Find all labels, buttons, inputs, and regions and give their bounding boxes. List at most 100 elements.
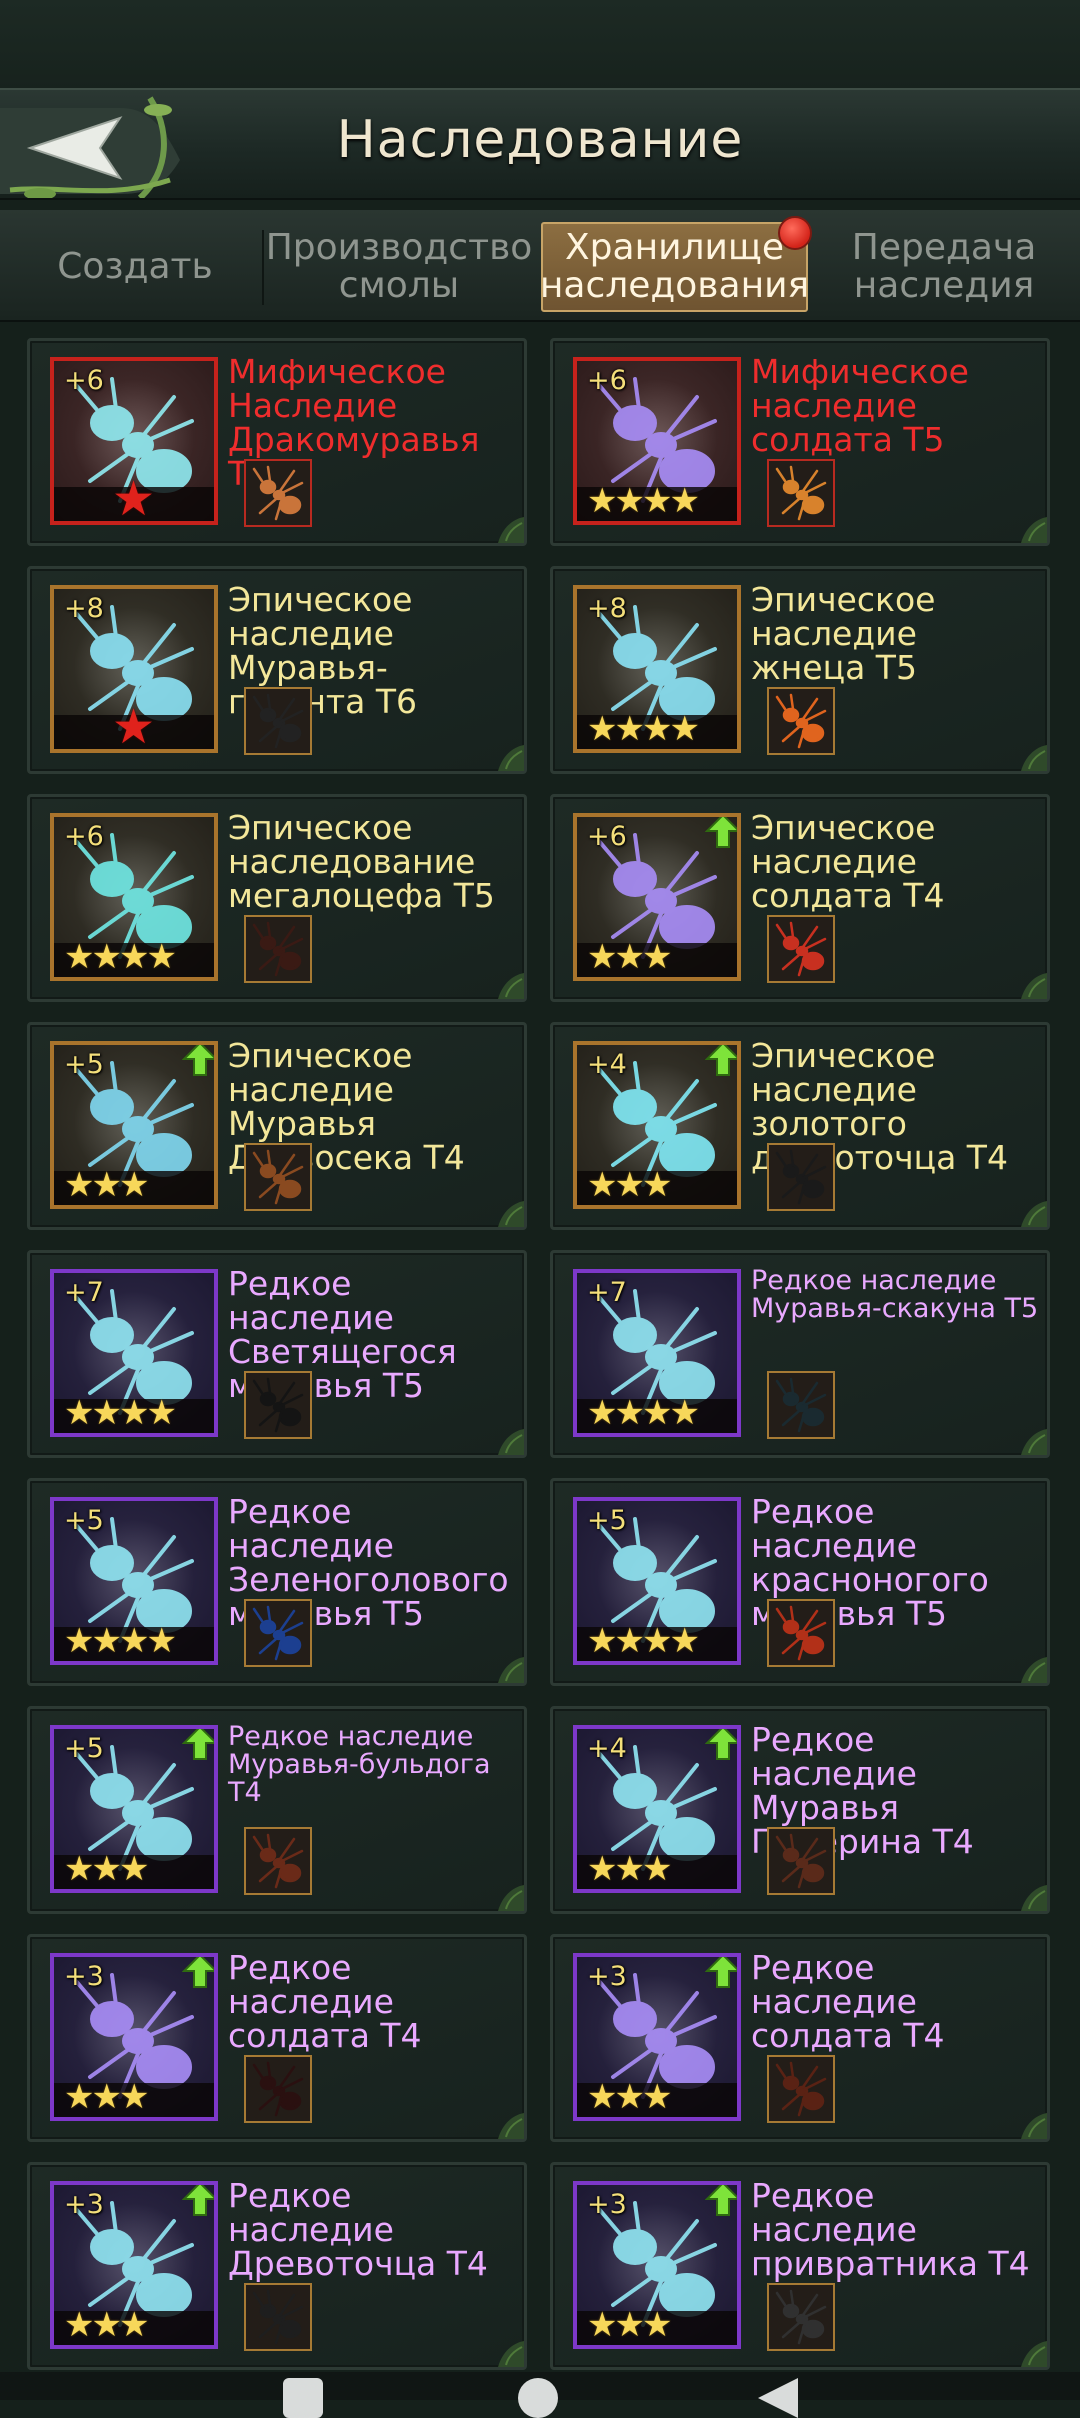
ant-thumbnail-icon: [252, 1605, 304, 1661]
inheritance-title: Эпическое наследие солдата Т4: [751, 808, 945, 915]
inheritance-portrait: +4 ★★★: [573, 1725, 741, 1893]
ant-thumbnail-icon: [252, 693, 304, 749]
notification-badge: [778, 216, 812, 250]
star-rating-icon: ★★★: [587, 1165, 672, 1205]
ant-thumbnail: [244, 2283, 312, 2351]
inheritance-card[interactable]: +6★Мифическое Наследие Дракомуравья Т6: [27, 338, 527, 546]
leaf-ornament-icon: [498, 1885, 524, 1911]
level-label: +6: [587, 365, 627, 396]
inheritance-card[interactable]: +8 ★★★★ Эпическое наследие жнеца Т5: [550, 566, 1050, 774]
star-rating-bar: ★★★: [54, 2077, 214, 2117]
upgrade-arrow-icon: [182, 1729, 214, 1760]
ant-thumbnail: [767, 915, 835, 983]
system-nav-bar: [0, 2372, 1080, 2418]
ant-thumbnail-icon: [252, 921, 304, 977]
inheritance-portrait: +7 ★★★★: [50, 1269, 218, 1437]
inheritance-card[interactable]: +6 ★★★★ Мифическое наследие солдата Т5: [550, 338, 1050, 546]
leaf-ornament-icon: [498, 1657, 524, 1683]
ant-thumbnail: [767, 459, 835, 527]
star-rating-bar: ★★★★: [577, 1621, 737, 1661]
level-label: +5: [587, 1505, 627, 1536]
top-background: [0, 0, 1080, 90]
inheritance-card[interactable]: +3 ★★★ Редкое наследие Древоточца Т4: [27, 2162, 527, 2370]
inheritance-title: Эпическое наследие жнеца Т5: [751, 580, 936, 687]
ant-thumbnail: [244, 459, 312, 527]
tab-inheritance-storage[interactable]: Хранилище наследования: [539, 216, 812, 312]
inheritance-card[interactable]: +5 ★★★★ Редкое наследие Зеленоголового мур…: [27, 1478, 527, 1686]
inheritance-card[interactable]: +6 ★★★★ Эпическое наследование мегалоцефа …: [27, 794, 527, 1002]
upgrade-arrow-icon: [705, 817, 737, 848]
tab-inheritance-storage-label: Хранилище наследования: [539, 227, 810, 306]
inheritance-portrait: +5 ★★★★: [573, 1497, 741, 1665]
ant-thumbnail: [767, 2055, 835, 2123]
star-rating-icon: ★★★★: [587, 709, 700, 749]
recent-apps-icon[interactable]: [283, 2378, 323, 2418]
star-rating-icon: ★★★★: [587, 1621, 700, 1661]
ant-thumbnail-icon: [775, 921, 827, 977]
star-rating-bar: ★★★★: [577, 709, 737, 749]
leaf-ornament-icon: [1021, 2341, 1047, 2367]
inheritance-card[interactable]: +7 ★★★★ Редкое наследие Светящегося муравь…: [27, 1250, 527, 1458]
ant-thumbnail: [767, 1599, 835, 1667]
inheritance-portrait: +5 ★★★: [50, 1041, 218, 1209]
inheritance-card[interactable]: +3 ★★★ Редкое наследие солдата Т4: [27, 1934, 527, 2142]
level-label: +4: [587, 1733, 627, 1764]
ant-thumbnail-icon: [252, 1377, 304, 1433]
ant-thumbnail-icon: [252, 2061, 304, 2117]
upgrade-arrow-icon: [705, 1045, 737, 1076]
star-rating-icon: ★★★: [64, 2077, 149, 2117]
ant-thumbnail: [767, 1143, 835, 1211]
inheritance-card[interactable]: +3 ★★★ Редкое наследие привратника Т4: [550, 2162, 1050, 2370]
inheritance-card[interactable]: +4 ★★★ Эпическое наследие золотого древото…: [550, 1022, 1050, 1230]
inheritance-title: Редкое наследие Древоточца Т4: [228, 2176, 488, 2283]
star-rating-bar: ★★★: [577, 2080, 737, 2117]
ant-thumbnail-icon: [252, 2289, 304, 2345]
star-rating-bar: ★★★: [577, 1849, 737, 1889]
level-label: +4: [587, 1049, 627, 1080]
inheritance-card[interactable]: +8 ★ Эпическое наследие Муравья-гиганта Т6: [27, 566, 527, 774]
star-rating-icon: ★★★★: [587, 1393, 700, 1433]
upgrade-arrow-icon: [182, 1957, 214, 1988]
ant-thumbnail-icon: [252, 1149, 304, 1205]
inheritance-title: Редкое наследие Муравья-скакуна Т5: [751, 1265, 1039, 1324]
inheritance-card[interactable]: +5 ★★★★ Редкое наследие красноногого мурав…: [550, 1478, 1050, 1686]
ant-thumbnail: [244, 1599, 312, 1667]
leaf-ornament-icon: [498, 745, 524, 771]
inheritance-portrait: +4 ★★★: [573, 1041, 741, 1209]
level-label: +5: [64, 1733, 104, 1764]
back-nav-icon[interactable]: [758, 2378, 798, 2418]
inheritance-portrait: +5 ★★★: [50, 1725, 218, 1893]
level-label: +5: [64, 1049, 104, 1080]
ant-thumbnail-icon: [775, 1605, 827, 1661]
inheritance-portrait: +8 ★★★★: [573, 585, 741, 753]
leaf-ornament-icon: [1021, 1429, 1047, 1455]
tab-bar: Создать Производство смолы Хранилище нас…: [0, 210, 1080, 322]
star-rating-icon: ★★★★: [64, 937, 177, 977]
inheritance-portrait: +6 ★: [50, 357, 218, 525]
leaf-ornament-icon: [1021, 973, 1047, 999]
inheritance-card[interactable]: +5 ★★★ Эпическое наследие Муравья Дровосек…: [27, 1022, 527, 1230]
level-label: +3: [587, 2189, 627, 2220]
inheritance-title: Эпическое наследование мегалоцефа Т5: [228, 808, 495, 915]
inheritance-title: Редкое наследие привратника Т4: [751, 2176, 1030, 2283]
inheritance-title: Редкое наследие солдата Т4: [751, 1948, 945, 2055]
inheritance-card[interactable]: +4 ★★★ Редкое наследие Муравья Понерина Т4: [550, 1706, 1050, 1914]
inheritance-card[interactable]: +7 ★★★★ Редкое наследие Муравья-скакуна Т5: [550, 1250, 1050, 1458]
tab-divider: [262, 230, 264, 305]
leaf-ornament-icon: [498, 1201, 524, 1227]
star-rating-icon: ★★★: [587, 1849, 672, 1889]
home-icon[interactable]: [518, 2378, 558, 2418]
tab-legacy-transfer[interactable]: Передача наследия: [826, 222, 1062, 312]
tab-resin-production[interactable]: Производство смолы: [266, 222, 533, 312]
star-rating-icon: ★★★★: [587, 481, 700, 521]
inheritance-card[interactable]: +6 ★★★ Эпическое наследие солдата Т4: [550, 794, 1050, 1002]
star-rating-icon: ★★★: [64, 1849, 149, 1889]
inheritance-card[interactable]: +3 ★★★ Редкое наследие солдата Т4: [550, 1934, 1050, 2142]
inheritance-portrait: +6 ★★★★: [573, 357, 741, 525]
tab-create[interactable]: Создать: [30, 222, 240, 312]
leaf-ornament-icon: [1021, 2113, 1047, 2139]
inheritance-portrait: +5 ★★★★: [50, 1497, 218, 1665]
upgrade-arrow-icon: [705, 1957, 737, 1988]
ant-thumbnail: [244, 2055, 312, 2123]
inheritance-card[interactable]: +5 ★★★ Редкое наследие Муравья-бульдога Т4: [27, 1706, 527, 1914]
